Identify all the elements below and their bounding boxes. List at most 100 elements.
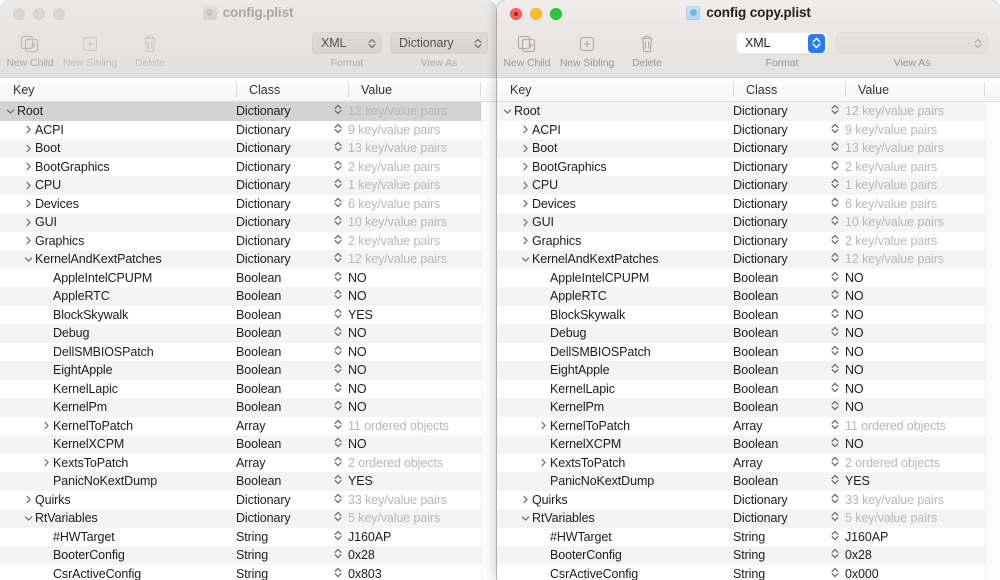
class-stepper-icon[interactable] (831, 271, 839, 285)
new-sibling-button[interactable]: New Sibling (60, 28, 120, 69)
row-key-cell[interactable]: Debug (0, 326, 236, 340)
outline-row[interactable]: KernelAndKextPatches Dictionary 12 key/val… (0, 250, 496, 269)
row-class-cell[interactable]: Boolean (236, 474, 348, 488)
column-header-key[interactable]: Key (497, 78, 733, 101)
row-key-cell[interactable]: KernelXCPM (0, 437, 236, 451)
delete-button[interactable]: Delete (617, 28, 677, 69)
row-value-cell[interactable]: 1 key/value pairs (845, 178, 1000, 192)
column-header-value[interactable]: Value (845, 78, 984, 101)
row-value-cell[interactable]: 6 key/value pairs (348, 197, 496, 211)
new-child-button[interactable]: New Child (497, 28, 557, 69)
disclosure-triangle-icon[interactable] (22, 236, 35, 245)
class-stepper-icon[interactable] (831, 400, 839, 414)
row-key-cell[interactable]: PanicNoKextDump (497, 474, 733, 488)
row-value-cell[interactable]: NO (845, 308, 1000, 322)
row-key-cell[interactable]: KernelAndKextPatches (0, 252, 236, 266)
title-bar[interactable]: config copy.plist (497, 0, 1000, 28)
row-key-cell[interactable]: #HWTarget (497, 530, 733, 544)
outline-row[interactable]: Debug Boolean NO (0, 324, 496, 343)
row-key-cell[interactable]: Graphics (0, 234, 236, 248)
row-class-cell[interactable]: String (733, 567, 845, 580)
outline-row[interactable]: AppleRTC Boolean NO (497, 287, 1000, 306)
row-key-cell[interactable]: AppleRTC (0, 289, 236, 303)
row-key-cell[interactable]: ACPI (497, 123, 733, 137)
class-stepper-icon[interactable] (334, 456, 342, 470)
row-class-cell[interactable]: String (733, 548, 845, 562)
row-key-cell[interactable]: GUI (0, 215, 236, 229)
outline-row[interactable]: Graphics Dictionary 2 key/value pairs (0, 231, 496, 250)
row-value-cell[interactable]: 0x000 (845, 567, 1000, 580)
row-class-cell[interactable]: Dictionary (236, 123, 348, 137)
disclosure-triangle-icon[interactable] (22, 514, 35, 523)
row-key-cell[interactable]: KernelToPatch (0, 419, 236, 433)
row-class-cell[interactable]: Boolean (236, 289, 348, 303)
row-value-cell[interactable]: 9 key/value pairs (845, 123, 1000, 137)
row-value-cell[interactable]: NO (845, 289, 1000, 303)
outline-row[interactable]: BlockSkywalk Boolean YES (0, 305, 496, 324)
disclosure-triangle-icon[interactable] (22, 199, 35, 208)
class-stepper-icon[interactable] (831, 197, 839, 211)
row-key-cell[interactable]: PanicNoKextDump (0, 474, 236, 488)
disclosure-triangle-icon[interactable] (519, 125, 532, 134)
class-stepper-icon[interactable] (334, 308, 342, 322)
row-class-cell[interactable]: Boolean (733, 474, 845, 488)
class-stepper-icon[interactable] (831, 456, 839, 470)
row-class-cell[interactable]: Dictionary (733, 178, 845, 192)
disclosure-triangle-icon[interactable] (537, 421, 550, 430)
row-class-cell[interactable]: Boolean (733, 382, 845, 396)
row-class-cell[interactable]: Boolean (733, 326, 845, 340)
row-value-cell[interactable]: 0x803 (348, 567, 496, 580)
outline-row[interactable]: Boot Dictionary 13 key/value pairs (497, 139, 1000, 158)
outline-row[interactable]: CPU Dictionary 1 key/value pairs (497, 176, 1000, 195)
row-key-cell[interactable]: AppleRTC (497, 289, 733, 303)
outline-row[interactable]: KernelPm Boolean NO (0, 398, 496, 417)
disclosure-triangle-icon[interactable] (537, 458, 550, 467)
outline-row[interactable]: #HWTarget String J160AP (497, 527, 1000, 546)
row-key-cell[interactable]: KernelLapic (0, 382, 236, 396)
row-class-cell[interactable]: String (236, 567, 348, 580)
delete-button[interactable]: Delete (120, 28, 180, 69)
outline-row[interactable]: BlockSkywalk Boolean NO (497, 305, 1000, 324)
class-stepper-icon[interactable] (334, 252, 342, 266)
outline-row[interactable]: ACPI Dictionary 9 key/value pairs (497, 120, 1000, 139)
class-stepper-icon[interactable] (831, 123, 839, 137)
row-value-cell[interactable]: NO (845, 363, 1000, 377)
row-class-cell[interactable]: Dictionary (236, 178, 348, 192)
row-class-cell[interactable]: Array (236, 456, 348, 470)
row-class-cell[interactable]: Boolean (236, 271, 348, 285)
row-key-cell[interactable]: RtVariables (0, 511, 236, 525)
class-stepper-icon[interactable] (334, 363, 342, 377)
row-key-cell[interactable]: EightApple (0, 363, 236, 377)
row-value-cell[interactable]: NO (845, 345, 1000, 359)
row-value-cell[interactable]: YES (348, 474, 496, 488)
class-stepper-icon[interactable] (334, 511, 342, 525)
outline-row[interactable]: RtVariables Dictionary 5 key/value pairs (0, 509, 496, 528)
row-value-cell[interactable]: 12 key/value pairs (348, 252, 496, 266)
disclosure-triangle-icon[interactable] (519, 181, 532, 190)
row-class-cell[interactable]: Boolean (733, 345, 845, 359)
outline-row[interactable]: KextsToPatch Array 2 ordered objects (497, 453, 1000, 472)
outline-row[interactable]: KernelXCPM Boolean NO (0, 435, 496, 454)
row-value-cell[interactable]: 2 key/value pairs (845, 234, 1000, 248)
row-value-cell[interactable]: NO (845, 326, 1000, 340)
class-stepper-icon[interactable] (831, 178, 839, 192)
outline-row[interactable]: DellSMBIOSPatch Boolean NO (497, 342, 1000, 361)
class-stepper-icon[interactable] (334, 178, 342, 192)
row-value-cell[interactable]: NO (348, 400, 496, 414)
outline-row[interactable]: Quirks Dictionary 33 key/value pairs (497, 490, 1000, 509)
row-value-cell[interactable]: 10 key/value pairs (845, 215, 1000, 229)
class-stepper-icon[interactable] (334, 326, 342, 340)
row-value-cell[interactable]: 33 key/value pairs (845, 493, 1000, 507)
row-class-cell[interactable]: Array (733, 419, 845, 433)
row-class-cell[interactable]: Dictionary (733, 104, 845, 118)
outline-row[interactable]: PanicNoKextDump Boolean YES (497, 472, 1000, 491)
class-stepper-icon[interactable] (831, 363, 839, 377)
outline-row[interactable]: DellSMBIOSPatch Boolean NO (0, 342, 496, 361)
row-class-cell[interactable]: Dictionary (236, 141, 348, 155)
row-value-cell[interactable]: 12 key/value pairs (348, 104, 496, 118)
disclosure-triangle-icon[interactable] (22, 181, 35, 190)
row-key-cell[interactable]: BootGraphics (0, 160, 236, 174)
row-class-cell[interactable]: Dictionary (733, 234, 845, 248)
outline-row[interactable]: CsrActiveConfig String 0x000 (497, 564, 1000, 580)
class-stepper-icon[interactable] (831, 308, 839, 322)
